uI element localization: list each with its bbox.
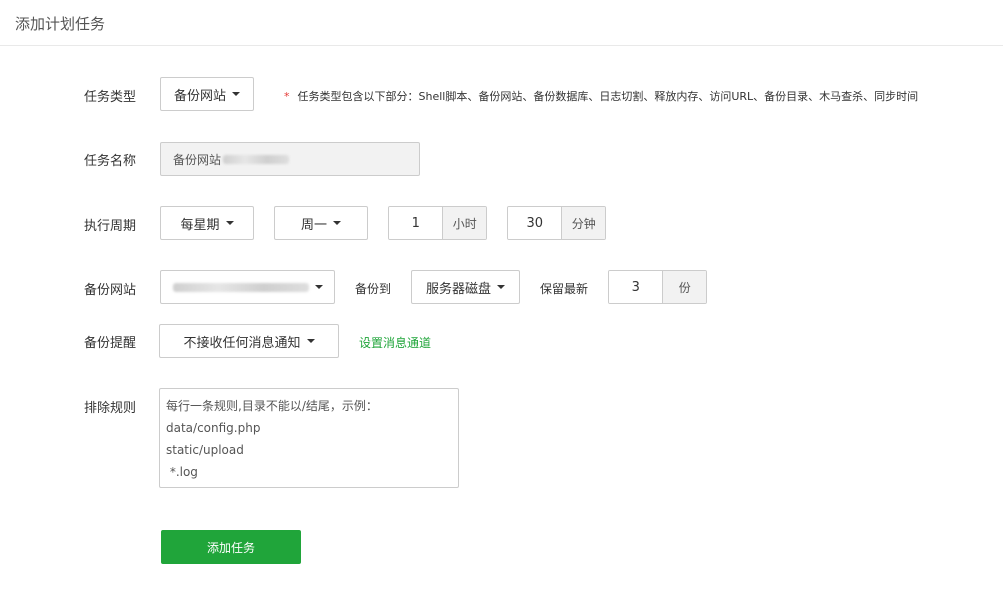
caret-down-icon: [497, 285, 505, 289]
exclude-line: static/upload: [166, 443, 244, 457]
minute-input-group: 30 分钟: [507, 206, 606, 240]
task-type-label: 任务类型: [84, 90, 137, 105]
retain-input[interactable]: 3: [609, 271, 663, 303]
caret-down-icon: [333, 221, 341, 225]
reminder-value: 不接收任何消息通知: [183, 335, 301, 351]
retain-unit: 份: [662, 271, 706, 303]
reminder-label: 备份提醒: [84, 336, 137, 351]
page-header: 添加计划任务: [0, 0, 1003, 46]
task-type-hint: * 任务类型包含以下部分：Shell脚本、备份网站、备份数据库、日志切割、释放内存…: [284, 88, 918, 104]
caret-down-icon: [315, 285, 323, 289]
caret-down-icon: [232, 92, 240, 96]
hour-input-group: 1 小时: [388, 206, 487, 240]
page-title: 添加计划任务: [15, 15, 106, 33]
exclude-line: 每行一条规则,目录不能以/结尾，示例：: [166, 399, 378, 413]
reminder-select[interactable]: 不接收任何消息通知: [159, 324, 339, 358]
frequency-value: 每星期: [180, 217, 220, 233]
task-name-label: 任务名称: [84, 154, 137, 169]
weekday-value: 周一: [300, 217, 327, 233]
exclude-rules-textarea[interactable]: 每行一条规则,目录不能以/结尾，示例： data/config.php stat…: [159, 388, 459, 488]
add-task-button[interactable]: 添加任务: [161, 530, 301, 564]
task-name-value: 备份网站: [173, 152, 222, 167]
task-type-select[interactable]: 备份网站: [160, 77, 254, 111]
redacted-blur: [173, 282, 309, 292]
backup-to-label: 备份到: [355, 282, 392, 296]
site-label: 备份网站: [84, 283, 137, 298]
exclude-label: 排除规则: [84, 401, 137, 416]
retain-label: 保留最新: [540, 282, 589, 296]
task-type-value: 备份网站: [173, 88, 226, 104]
caret-down-icon: [306, 339, 315, 343]
frequency-select[interactable]: 每星期: [160, 206, 254, 240]
required-star: *: [284, 90, 290, 103]
hour-unit: 小时: [442, 207, 486, 239]
exclude-line: data/config.php: [166, 421, 261, 435]
period-label: 执行周期: [84, 219, 137, 234]
exclude-line: *.log: [166, 465, 198, 479]
message-channel-link[interactable]: 设置消息通道: [359, 334, 431, 351]
hour-input[interactable]: 1: [389, 207, 443, 239]
redacted-blur: [223, 154, 290, 164]
weekday-select[interactable]: 周一: [274, 206, 368, 240]
site-select[interactable]: [160, 270, 335, 304]
backup-to-select[interactable]: 服务器磁盘: [411, 270, 520, 304]
backup-to-value: 服务器磁盘: [425, 281, 491, 297]
caret-down-icon: [225, 221, 234, 225]
retain-input-group: 3 份: [608, 270, 707, 304]
minute-input[interactable]: 30: [508, 207, 562, 239]
task-type-hint-text: 任务类型包含以下部分：Shell脚本、备份网站、备份数据库、日志切割、释放内存、…: [297, 90, 919, 103]
minute-unit: 分钟: [561, 207, 605, 239]
task-name-input[interactable]: 备份网站: [160, 142, 420, 176]
